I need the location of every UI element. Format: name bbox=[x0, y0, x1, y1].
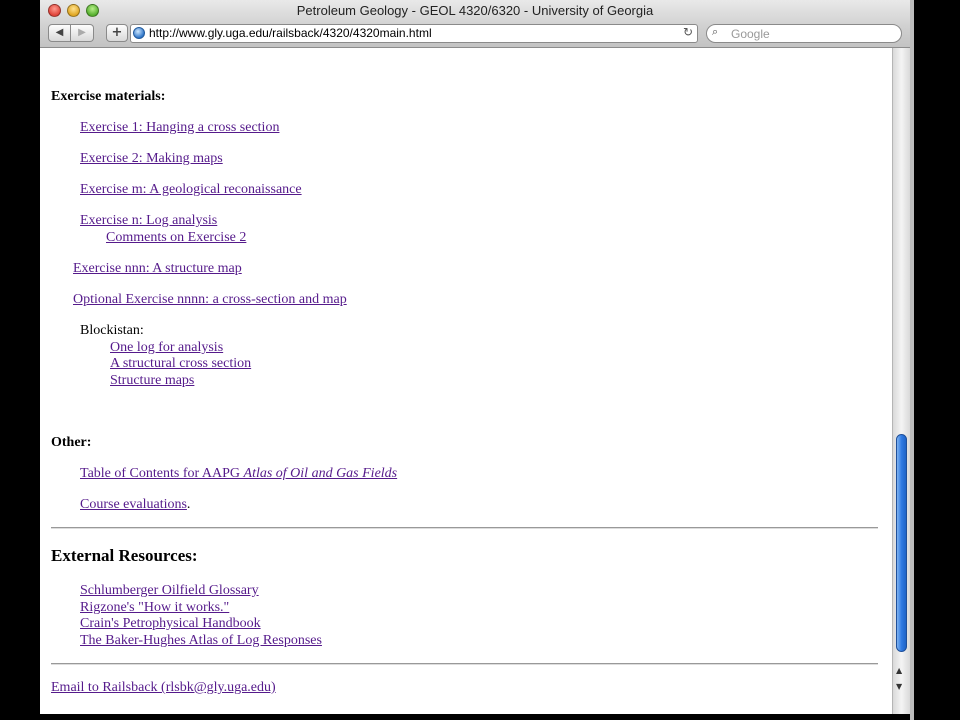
aapg-atlas-toc-link[interactable]: Table of Contents for AAPG Atlas of Oil … bbox=[80, 466, 397, 481]
search-input[interactable] bbox=[731, 25, 896, 42]
search-box[interactable]: ⌕ bbox=[706, 24, 902, 43]
course-evaluations-link[interactable]: Course evaluations bbox=[80, 497, 187, 512]
url-text[interactable]: http://www.gly.uga.edu/railsback/4320/43… bbox=[149, 26, 432, 40]
scroll-up-arrow-icon[interactable]: ▲ bbox=[896, 666, 902, 675]
exercise-m-link[interactable]: Exercise m: A geological reconaissance bbox=[80, 182, 302, 197]
comments-exercise-2-link[interactable]: Comments on Exercise 2 bbox=[106, 230, 246, 245]
rigzone-how-it-works-link[interactable]: Rigzone's "How it works." bbox=[80, 600, 229, 615]
divider bbox=[51, 527, 878, 529]
baker-hughes-atlas-link[interactable]: The Baker-Hughes Atlas of Log Responses bbox=[80, 633, 322, 648]
forward-arrow-icon: ▶ bbox=[78, 27, 86, 38]
blockistan-structure-maps-link[interactable]: Structure maps bbox=[110, 373, 194, 388]
exercise-materials-heading: Exercise materials: bbox=[51, 89, 166, 104]
plus-icon: + bbox=[111, 25, 123, 40]
email-railsback-link[interactable]: Email to Railsback (rlsbk@gly.uga.edu) bbox=[51, 680, 276, 695]
optional-exercise-nnnn-link[interactable]: Optional Exercise nnnn: a cross-section … bbox=[73, 292, 347, 307]
aapg-toc-prefix: Table of Contents for AAPG bbox=[80, 466, 244, 481]
external-resources-heading: External Resources: bbox=[51, 546, 198, 565]
add-bookmark-button[interactable]: + bbox=[106, 24, 128, 42]
back-button[interactable]: ◀ bbox=[48, 24, 71, 42]
scroll-down-arrow-icon[interactable]: ▼ bbox=[896, 682, 902, 691]
address-bar[interactable]: http://www.gly.uga.edu/railsback/4320/43… bbox=[130, 24, 698, 43]
exercise-2-link[interactable]: Exercise 2: Making maps bbox=[80, 151, 223, 166]
exercise-1-link[interactable]: Exercise 1: Hanging a cross section bbox=[80, 120, 279, 135]
magnifier-icon: ⌕ bbox=[712, 25, 719, 38]
window-title: Petroleum Geology - GEOL 4320/6320 - Uni… bbox=[296, 3, 654, 18]
globe-icon bbox=[133, 27, 145, 39]
aapg-atlas-title: Atlas of Oil and Gas Fields bbox=[243, 466, 398, 481]
evaluations-period: . bbox=[186, 497, 191, 512]
divider bbox=[51, 663, 878, 665]
background-window-sliver bbox=[910, 0, 914, 720]
blockistan-cross-section-link[interactable]: A structural cross section bbox=[110, 356, 251, 371]
other-heading: Other: bbox=[51, 435, 92, 450]
back-arrow-icon: ◀ bbox=[55, 27, 64, 38]
browser-toolbar: Petroleum Geology - GEOL 4320/6320 - Uni… bbox=[40, 0, 910, 48]
reload-icon[interactable]: ↻ bbox=[683, 25, 693, 39]
exercise-n-link[interactable]: Exercise n: Log analysis bbox=[80, 213, 217, 228]
vertical-scrollbar[interactable]: ▲ ▼ bbox=[892, 48, 910, 714]
forward-button[interactable]: ▶ bbox=[71, 24, 94, 42]
background-window-edge bbox=[910, 0, 960, 720]
page-content: Exercise materials: Exercise 1: Hanging … bbox=[40, 48, 892, 714]
blockistan-log-link[interactable]: One log for analysis bbox=[110, 340, 223, 355]
exercise-nnn-link[interactable]: Exercise nnn: A structure map bbox=[73, 261, 242, 276]
scrollbar-thumb[interactable] bbox=[896, 434, 907, 652]
browser-window: Petroleum Geology - GEOL 4320/6320 - Uni… bbox=[40, 0, 910, 714]
blockistan-label: Blockistan: bbox=[80, 323, 144, 338]
crains-petrophysical-link[interactable]: Crain's Petrophysical Handbook bbox=[80, 616, 261, 631]
schlumberger-glossary-link[interactable]: Schlumberger Oilfield Glossary bbox=[80, 583, 259, 598]
